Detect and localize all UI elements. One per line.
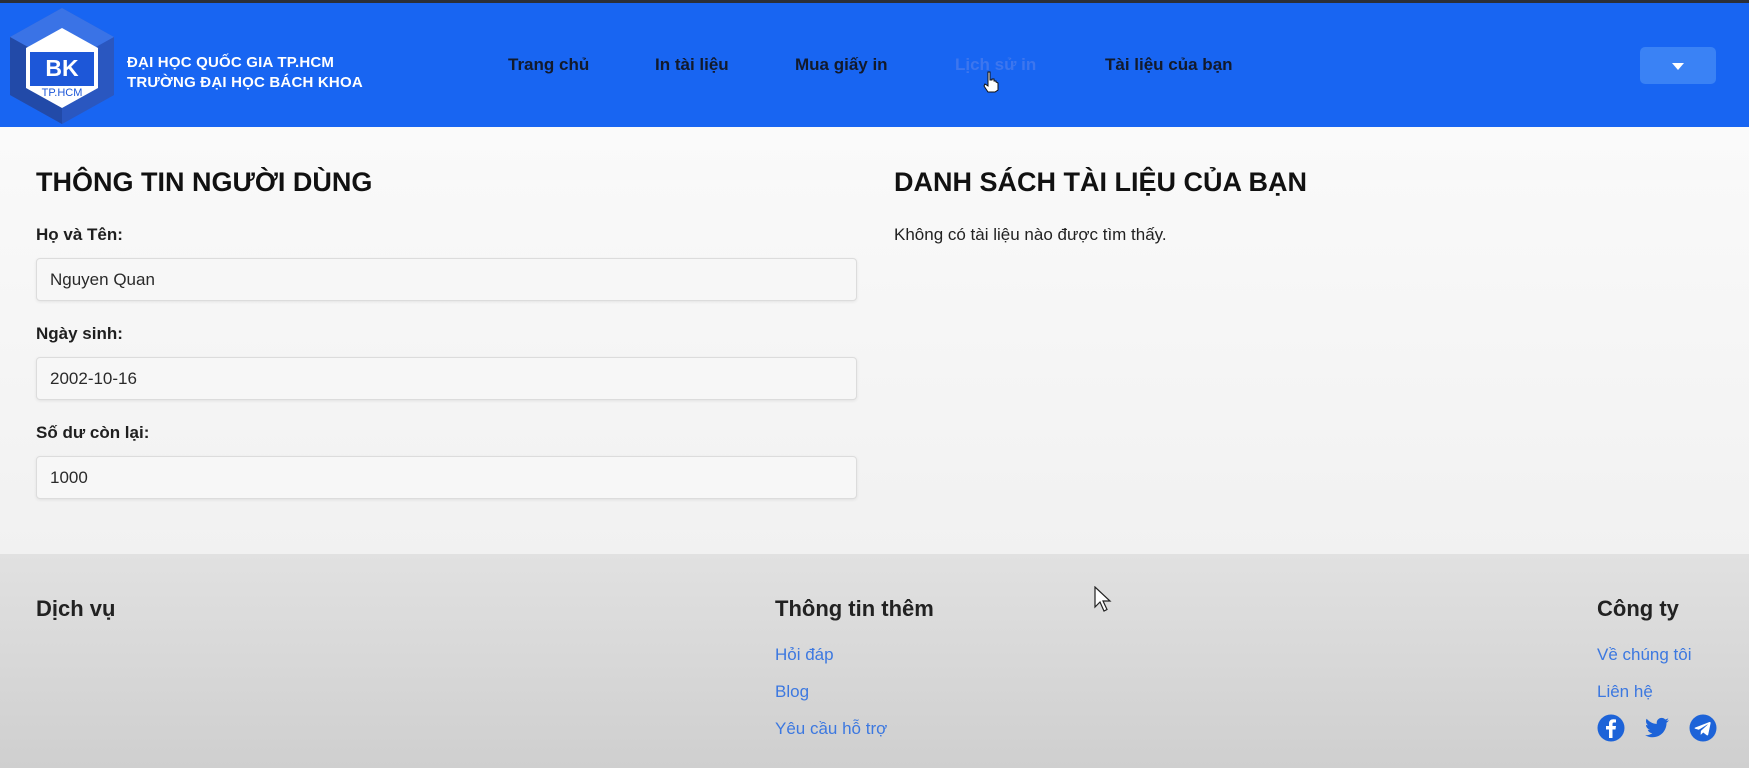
footer-link-about[interactable]: Về chúng tôi <box>1597 645 1692 665</box>
nav-print-document[interactable]: In tài liệu <box>655 55 729 75</box>
telegram-icon[interactable] <box>1689 714 1717 742</box>
main-content: THÔNG TIN NGƯỜI DÙNG Họ và Tên: Nguyen Q… <box>0 127 1749 554</box>
footer-link-faq[interactable]: Hỏi đáp <box>775 645 834 665</box>
footer-more-info-title: Thông tin thêm <box>775 596 934 621</box>
documents-empty-message: Không có tài liệu nào được tìm thấy. <box>894 225 1167 244</box>
birthdate-field[interactable]: 2002-10-16 <box>36 357 857 400</box>
university-name: ĐẠI HỌC QUỐC GIA TP.HCM TRƯỜNG ĐẠI HỌC B… <box>127 53 363 93</box>
fullname-field[interactable]: Nguyen Quan <box>36 258 857 301</box>
twitter-icon[interactable] <box>1643 714 1671 742</box>
hand-pointer-icon <box>983 71 999 93</box>
bk-logo[interactable]: BK TP.HCM <box>2 6 122 124</box>
bk-logo-icon: BK TP.HCM <box>10 8 114 124</box>
footer-link-blog[interactable]: Blog <box>775 682 809 702</box>
user-menu-dropdown-button[interactable] <box>1640 47 1716 84</box>
footer: Dịch vụ Thông tin thêm Hỏi đáp Blog Yêu … <box>0 554 1749 768</box>
user-info-title: THÔNG TIN NGƯỜI DÙNG <box>36 167 373 197</box>
svg-text:TP.HCM: TP.HCM <box>42 87 83 99</box>
caret-down-icon <box>1672 63 1684 70</box>
nav-buy-paper[interactable]: Mua giấy in <box>795 55 888 75</box>
facebook-icon[interactable] <box>1597 714 1625 742</box>
nav-home[interactable]: Trang chủ <box>508 55 589 75</box>
balance-field[interactable]: 1000 <box>36 456 857 499</box>
fullname-label: Họ và Tên: <box>36 225 123 244</box>
footer-link-contact[interactable]: Liên hệ <box>1597 682 1653 702</box>
footer-company-title: Công ty <box>1597 596 1679 621</box>
footer-link-support[interactable]: Yêu cầu hỗ trợ <box>775 719 887 739</box>
documents-title: DANH SÁCH TÀI LIỆU CỦA BẠN <box>894 167 1307 197</box>
nav-your-documents[interactable]: Tài liệu của bạn <box>1105 55 1233 75</box>
balance-label: Số dư còn lại: <box>36 423 150 442</box>
brand-line-2: TRƯỜNG ĐẠI HỌC BÁCH KHOA <box>127 74 363 91</box>
mouse-cursor-icon <box>1094 586 1112 612</box>
footer-services-title: Dịch vụ <box>36 596 116 621</box>
svg-text:BK: BK <box>45 55 79 81</box>
brand-line-1: ĐẠI HỌC QUỐC GIA TP.HCM <box>127 54 335 71</box>
top-navbar: BK TP.HCM ĐẠI HỌC QUỐC GIA TP.HCM TRƯỜNG… <box>0 3 1749 127</box>
birthdate-label: Ngày sinh: <box>36 324 123 343</box>
